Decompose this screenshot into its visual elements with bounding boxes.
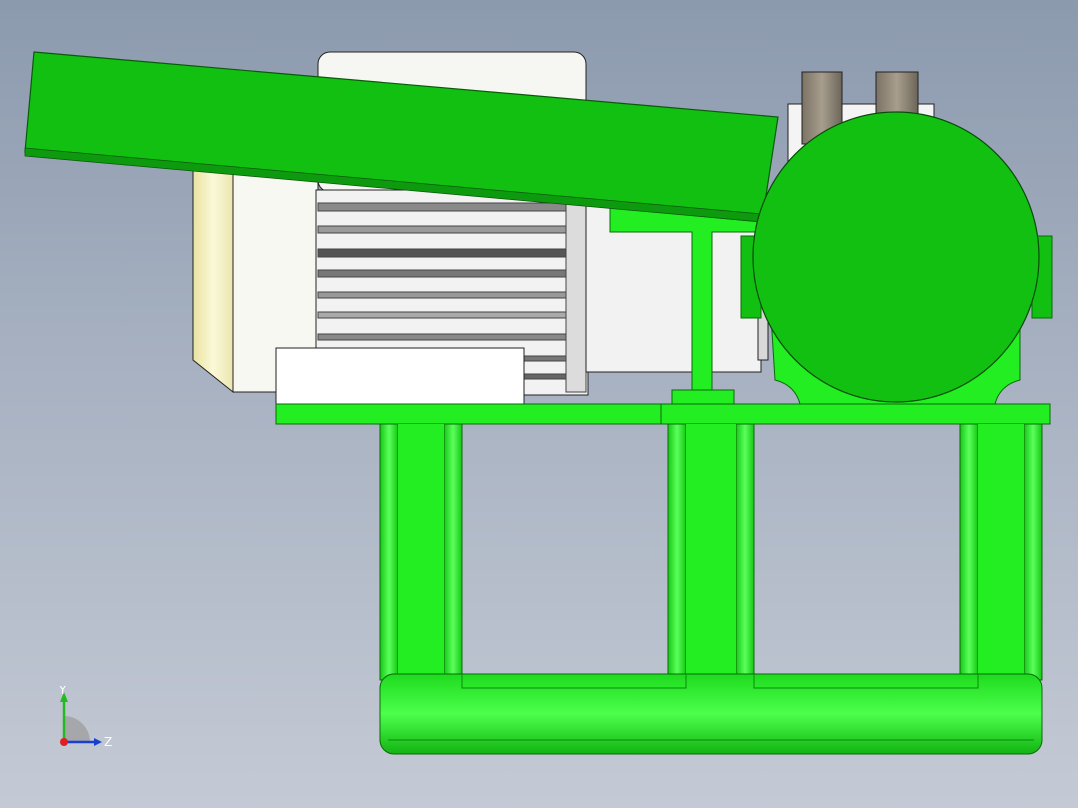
graphics-viewport[interactable]: Y Z [0,0,1078,808]
leg-web-left [398,424,444,680]
motor-base-plate[interactable] [275,347,525,405]
triad-plane-icon [64,716,90,742]
frame-leg-2[interactable] [443,423,463,681]
frame-bottom-beam[interactable] [379,673,1043,755]
triad-z-label: Z [104,735,112,749]
rotary-drum[interactable] [752,111,1040,403]
orientation-triad[interactable]: Y Z [52,686,116,756]
triad-y-label: Y [58,686,67,697]
frame-leg-5[interactable] [959,423,979,681]
machine-model[interactable] [0,0,1078,808]
frame-leg-4[interactable] [735,423,755,681]
frame-leg-1[interactable] [379,423,399,681]
motor-end-cap[interactable] [192,167,234,394]
frame-top-rail[interactable] [275,403,1051,425]
triad-z-arrow-icon [94,738,102,746]
leg-web-right [978,424,1024,680]
frame-legs[interactable] [379,423,1043,681]
frame-leg-6[interactable] [1023,423,1043,681]
leg-web-middle [686,424,736,680]
triad-x-axis-dot-icon [60,738,68,746]
bottom-beam[interactable] [379,673,1043,755]
frame-leg-3[interactable] [667,423,687,681]
post-foot [671,389,735,405]
